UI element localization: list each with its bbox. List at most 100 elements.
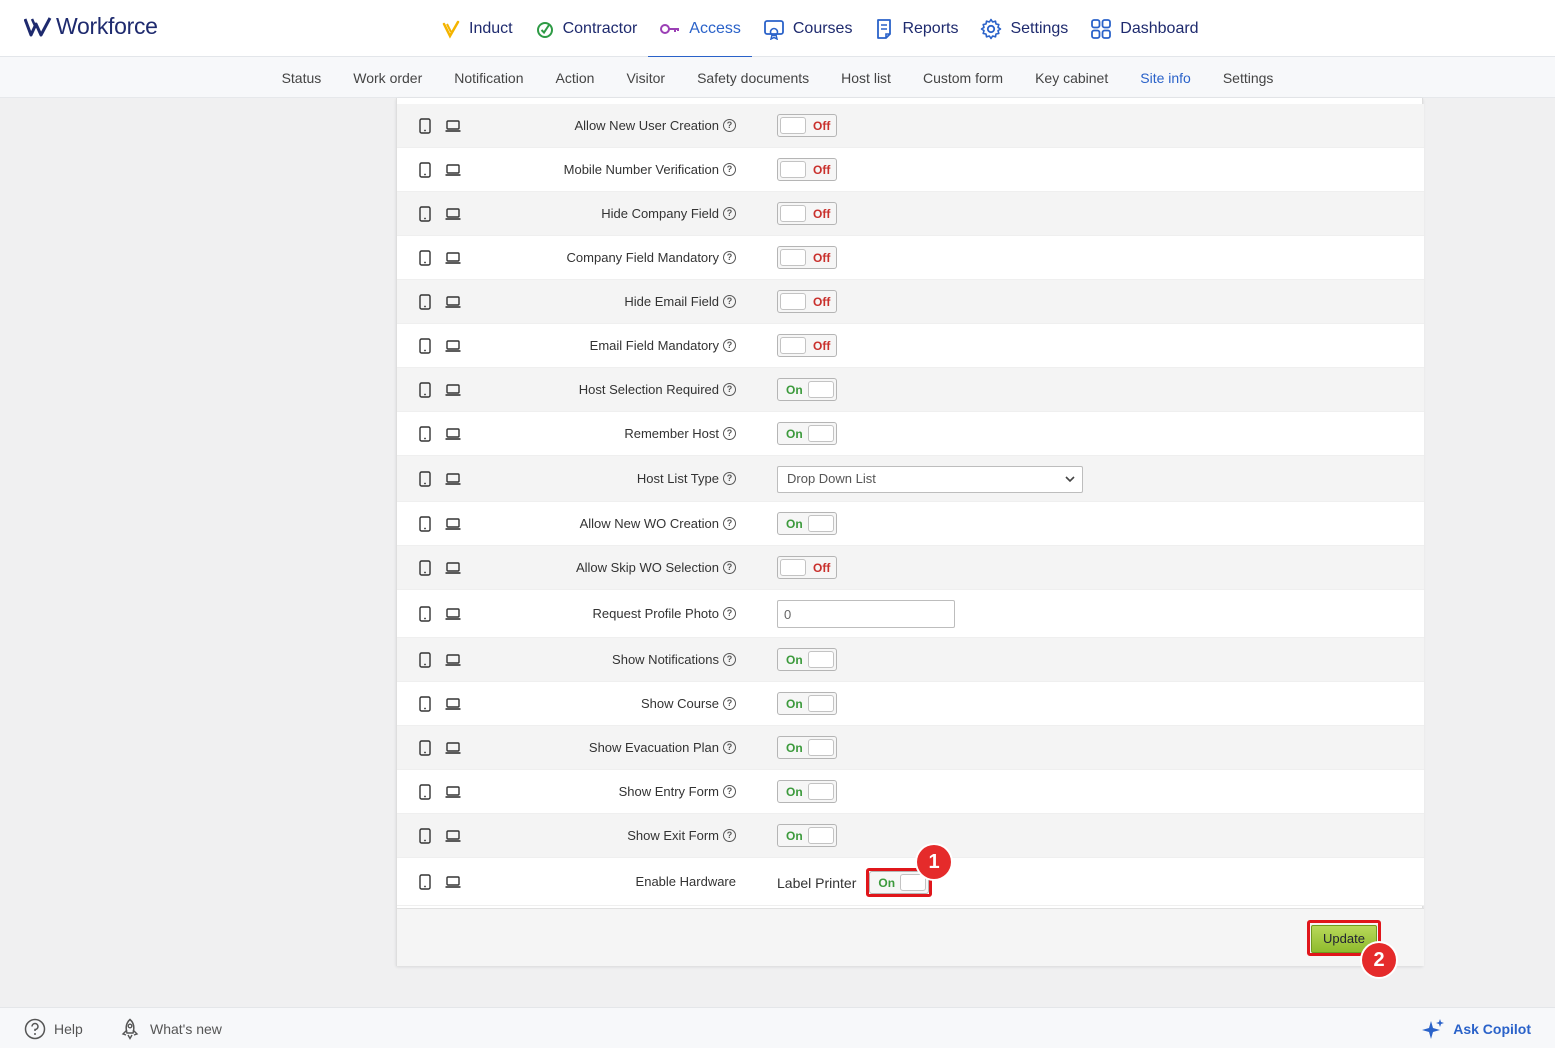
whats-new-link[interactable]: What's new bbox=[118, 1018, 222, 1040]
help-icon[interactable]: ? bbox=[723, 339, 736, 352]
mobile-icon[interactable] bbox=[419, 426, 431, 442]
host-selection-required-toggle[interactable]: On bbox=[777, 378, 837, 401]
help-icon[interactable]: ? bbox=[723, 472, 736, 485]
help-icon[interactable]: ? bbox=[723, 741, 736, 754]
help-icon[interactable]: ? bbox=[723, 653, 736, 666]
nav-settings[interactable]: Settings bbox=[969, 0, 1079, 57]
mobile-icon[interactable] bbox=[419, 250, 431, 266]
tab-site-info[interactable]: Site info bbox=[1124, 70, 1207, 86]
workforce-logo[interactable]: Workforce bbox=[24, 13, 158, 40]
desktop-icon[interactable] bbox=[445, 295, 461, 309]
setting-label-text: Remember Host bbox=[624, 426, 719, 441]
show-notifications-toggle[interactable]: On bbox=[777, 648, 837, 671]
setting-row: Allow New User Creation? Off bbox=[397, 104, 1424, 148]
help-icon[interactable]: ? bbox=[723, 383, 736, 396]
desktop-icon[interactable] bbox=[445, 163, 461, 177]
desktop-icon[interactable] bbox=[445, 653, 461, 667]
mobile-icon[interactable] bbox=[419, 828, 431, 844]
help-link[interactable]: Help bbox=[24, 1018, 83, 1040]
nav-access[interactable]: Access bbox=[648, 0, 752, 58]
show-course-toggle[interactable]: On bbox=[777, 692, 837, 715]
ask-copilot-button[interactable]: Ask Copilot bbox=[1421, 1018, 1531, 1040]
desktop-icon[interactable] bbox=[445, 697, 461, 711]
allow-new-wo-creation-toggle[interactable]: On bbox=[777, 512, 837, 535]
mobile-icon[interactable] bbox=[419, 471, 431, 487]
tab-custom-form[interactable]: Custom form bbox=[907, 70, 1019, 86]
desktop-icon[interactable] bbox=[445, 875, 461, 889]
help-icon[interactable]: ? bbox=[723, 295, 736, 308]
help-icon[interactable]: ? bbox=[723, 697, 736, 710]
mobile-icon[interactable] bbox=[419, 118, 431, 134]
mobile-icon[interactable] bbox=[419, 696, 431, 712]
help-icon[interactable]: ? bbox=[723, 207, 736, 220]
desktop-icon[interactable] bbox=[445, 207, 461, 221]
help-icon[interactable]: ? bbox=[723, 251, 736, 264]
tab-visitor[interactable]: Visitor bbox=[610, 70, 681, 86]
setting-label-text: Show Notifications bbox=[612, 652, 719, 667]
setting-label-text: Allow New WO Creation bbox=[579, 516, 719, 531]
mobile-icon[interactable] bbox=[419, 560, 431, 576]
desktop-icon[interactable] bbox=[445, 785, 461, 799]
desktop-icon[interactable] bbox=[445, 517, 461, 531]
mobile-icon[interactable] bbox=[419, 740, 431, 756]
host-list-type-select[interactable]: Drop Down List bbox=[777, 466, 1083, 493]
request-profile-photo-input[interactable] bbox=[777, 600, 955, 628]
email-field-mandatory-toggle[interactable]: Off bbox=[777, 334, 837, 357]
help-icon[interactable]: ? bbox=[723, 119, 736, 132]
tab-status[interactable]: Status bbox=[266, 70, 338, 86]
settings-rows: Allow New User Creation? Off Mobile Number… bbox=[397, 104, 1424, 906]
show-evacuation-plan-toggle[interactable]: On bbox=[777, 736, 837, 759]
nav-courses[interactable]: Courses bbox=[752, 0, 864, 57]
company-field-mandatory-toggle[interactable]: Off bbox=[777, 246, 837, 269]
desktop-icon[interactable] bbox=[445, 427, 461, 441]
mobile-icon[interactable] bbox=[419, 162, 431, 178]
help-icon[interactable]: ? bbox=[723, 607, 736, 620]
tab-settings[interactable]: Settings bbox=[1207, 70, 1290, 86]
desktop-icon[interactable] bbox=[445, 251, 461, 265]
desktop-icon[interactable] bbox=[445, 472, 461, 486]
mobile-icon[interactable] bbox=[419, 874, 431, 890]
allow-skip-wo-selection-toggle[interactable]: Off bbox=[777, 556, 837, 579]
mobile-icon[interactable] bbox=[419, 206, 431, 222]
hide-company-field-toggle[interactable]: Off bbox=[777, 202, 837, 225]
desktop-icon[interactable] bbox=[445, 119, 461, 133]
help-icon[interactable]: ? bbox=[723, 427, 736, 440]
help-icon[interactable]: ? bbox=[723, 785, 736, 798]
desktop-icon[interactable] bbox=[445, 561, 461, 575]
desktop-icon[interactable] bbox=[445, 339, 461, 353]
mobile-icon[interactable] bbox=[419, 382, 431, 398]
allow-new-user-creation-toggle[interactable]: Off bbox=[777, 114, 837, 137]
mobile-icon[interactable] bbox=[419, 294, 431, 310]
desktop-icon[interactable] bbox=[445, 383, 461, 397]
show-exit-form-toggle[interactable]: On bbox=[777, 824, 837, 847]
desktop-icon[interactable] bbox=[445, 829, 461, 843]
mobile-icon[interactable] bbox=[419, 784, 431, 800]
mobile-icon[interactable] bbox=[419, 652, 431, 668]
mobile-icon[interactable] bbox=[419, 516, 431, 532]
help-icon[interactable]: ? bbox=[723, 517, 736, 530]
tab-action[interactable]: Action bbox=[540, 70, 611, 86]
show-entry-form-toggle[interactable]: On bbox=[777, 780, 837, 803]
desktop-icon[interactable] bbox=[445, 607, 461, 621]
nav-induct[interactable]: Induct bbox=[430, 0, 524, 57]
tab-work-order[interactable]: Work order bbox=[337, 70, 438, 86]
hide-email-field-toggle[interactable]: Off bbox=[777, 290, 837, 313]
tab-host-list[interactable]: Host list bbox=[825, 70, 907, 86]
help-icon[interactable]: ? bbox=[723, 561, 736, 574]
device-icons bbox=[419, 338, 461, 354]
nav-dashboard[interactable]: Dashboard bbox=[1079, 0, 1209, 57]
help-icon[interactable]: ? bbox=[723, 829, 736, 842]
mobile-number-verification-toggle[interactable]: Off bbox=[777, 158, 837, 181]
tab-key-cabinet[interactable]: Key cabinet bbox=[1019, 70, 1124, 86]
nav-reports[interactable]: Reports bbox=[863, 0, 969, 57]
nav-contractor[interactable]: Contractor bbox=[524, 0, 649, 57]
tab-notification[interactable]: Notification bbox=[438, 70, 539, 86]
remember-host-toggle[interactable]: On bbox=[777, 422, 837, 445]
tab-safety-documents[interactable]: Safety documents bbox=[681, 70, 825, 86]
help-icon[interactable]: ? bbox=[723, 163, 736, 176]
desktop-icon[interactable] bbox=[445, 741, 461, 755]
mobile-icon[interactable] bbox=[419, 338, 431, 354]
sub-navigation-bar: Status Work order Notification Action Vi… bbox=[0, 57, 1555, 98]
mobile-icon[interactable] bbox=[419, 606, 431, 622]
label-printer-toggle[interactable]: On bbox=[869, 871, 930, 894]
